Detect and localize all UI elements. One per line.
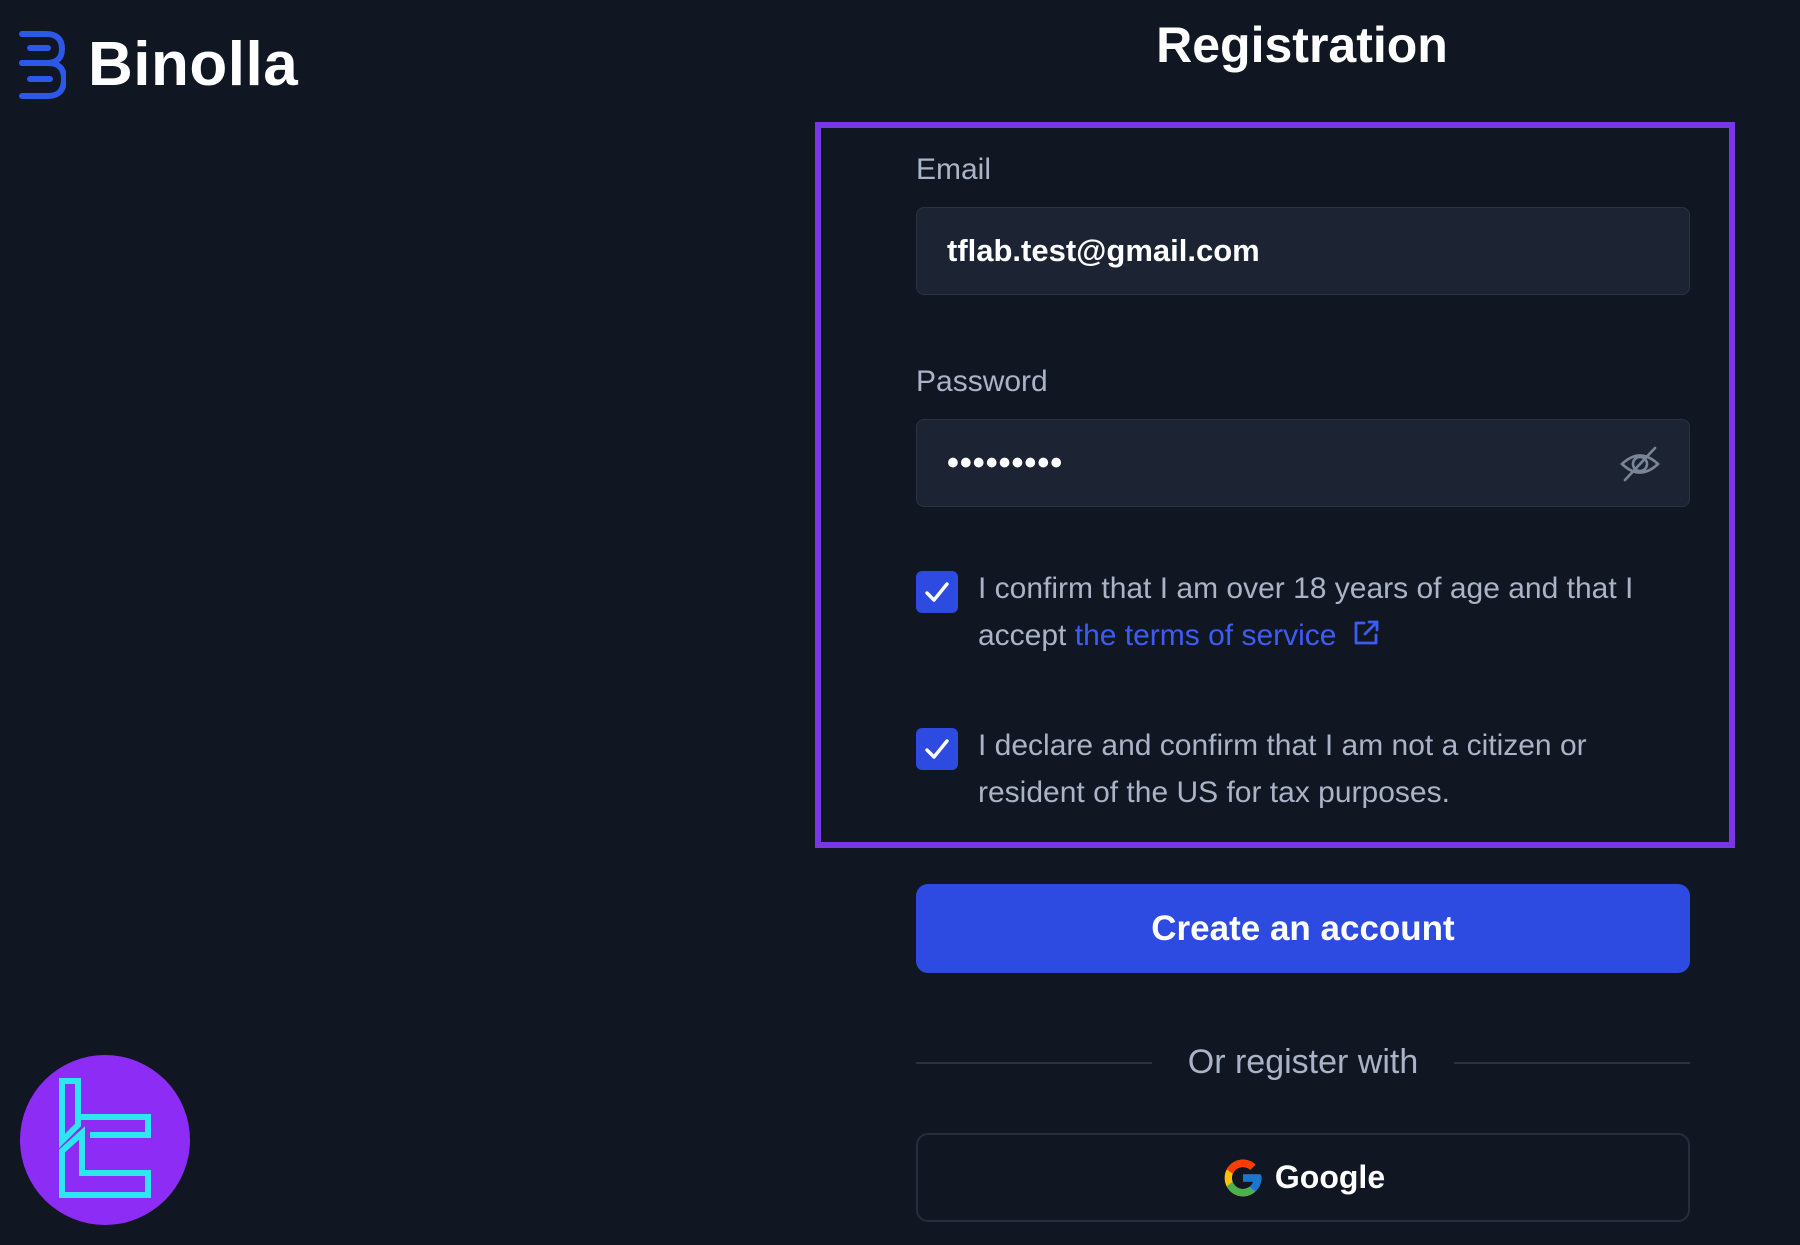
binolla-b-logo-icon bbox=[19, 31, 66, 99]
email-field-box[interactable] bbox=[916, 207, 1690, 295]
checkmark-icon bbox=[925, 739, 949, 759]
age-terms-checkbox[interactable] bbox=[916, 571, 958, 613]
brand-logo[interactable]: Binolla bbox=[18, 28, 298, 102]
brand-name: Binolla bbox=[88, 30, 299, 99]
external-link-icon bbox=[1354, 620, 1378, 645]
eye-slash-icon[interactable] bbox=[1619, 443, 1661, 485]
google-register-button[interactable]: Google bbox=[916, 1133, 1690, 1222]
checkmark-icon bbox=[925, 582, 949, 602]
email-label: Email bbox=[916, 153, 992, 186]
terms-of-service-link[interactable]: the terms of service bbox=[1075, 619, 1381, 652]
google-button-label: Google bbox=[1274, 1159, 1386, 1195]
us-declaration-text: I declare and confirm that I am not a ci… bbox=[978, 729, 1587, 809]
tflab-logo-icon bbox=[59, 1078, 151, 1198]
password-field[interactable] bbox=[947, 420, 1607, 506]
page-title: Registration bbox=[1156, 17, 1448, 73]
password-label: Password bbox=[916, 365, 1048, 398]
divider-line-right bbox=[1454, 1062, 1690, 1064]
email-field[interactable] bbox=[947, 208, 1607, 294]
age-terms-text: I confirm that I am over 18 years of age… bbox=[978, 565, 1690, 659]
tflab-logo-badge bbox=[20, 1055, 190, 1225]
create-account-button[interactable]: Create an account bbox=[916, 884, 1690, 973]
us-declaration-checkbox[interactable] bbox=[916, 728, 958, 770]
google-icon bbox=[1224, 1159, 1262, 1196]
register-with-divider: Or register with bbox=[916, 1040, 1690, 1084]
password-field-box[interactable] bbox=[916, 419, 1690, 507]
terms-link-label: the terms of service bbox=[1074, 619, 1337, 652]
